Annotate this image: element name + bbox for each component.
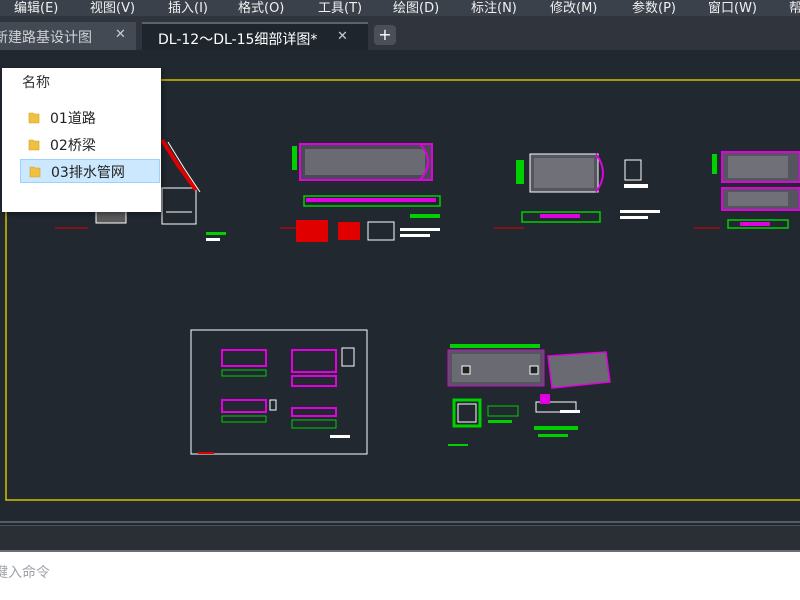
file-browser-panel: 名称 01道路 02桥梁 03排水管网: [2, 68, 161, 212]
menu-modify[interactable]: 修改(M): [550, 0, 597, 16]
folder-item[interactable]: 01道路: [20, 106, 160, 130]
document-tab-bar: 新建路基设计图 ✕ DL-12～DL-15细部详图* ✕: [0, 16, 800, 50]
detail-group-6: [447, 344, 611, 446]
folder-icon: [29, 166, 41, 178]
detail-group-3: [494, 153, 660, 229]
menu-window[interactable]: 窗口(W): [708, 0, 757, 16]
detail-group-2: [280, 143, 441, 242]
folder-label: 01道路: [50, 111, 96, 127]
menu-format[interactable]: 格式(O): [238, 0, 284, 16]
menu-help[interactable]: 帮: [789, 0, 800, 16]
tab-detail-drawing[interactable]: DL-12～DL-15细部详图* ✕: [142, 22, 368, 50]
menu-draw[interactable]: 绘图(D): [393, 0, 439, 16]
menu-tools[interactable]: 工具(T): [318, 0, 362, 16]
menu-bar: 编辑(E) 视图(V) 插入(I) 格式(O) 工具(T) 绘图(D) 标注(N…: [0, 0, 800, 16]
menu-parameters[interactable]: 参数(P): [632, 0, 676, 16]
command-input[interactable]: [0, 564, 786, 582]
close-icon[interactable]: ✕: [115, 27, 126, 42]
new-tab-button[interactable]: +: [374, 25, 396, 45]
tab-roadbed-design[interactable]: 新建路基设计图 ✕: [0, 22, 136, 50]
detail-group-5: [190, 329, 368, 455]
folder-label: 03排水管网: [51, 165, 125, 181]
detail-group-4: [694, 151, 800, 229]
folder-item-selected[interactable]: 03排水管网: [20, 159, 160, 183]
folder-icon: [28, 139, 40, 151]
folder-label: 02桥梁: [50, 138, 96, 154]
folder-item[interactable]: 02桥梁: [20, 133, 160, 157]
menu-dimension[interactable]: 标注(N): [471, 0, 517, 16]
tab-label: 新建路基设计图: [0, 30, 92, 46]
menu-edit[interactable]: 编辑(E): [14, 0, 58, 16]
tab-label: DL-12～DL-15细部详图*: [158, 32, 318, 48]
menu-view[interactable]: 视图(V): [90, 0, 135, 16]
status-bar: [0, 525, 800, 553]
column-header-name[interactable]: 名称: [22, 72, 50, 92]
command-line[interactable]: [0, 552, 800, 600]
menu-insert[interactable]: 插入(I): [168, 0, 208, 16]
folder-icon: [28, 112, 40, 124]
close-icon[interactable]: ✕: [337, 29, 348, 44]
